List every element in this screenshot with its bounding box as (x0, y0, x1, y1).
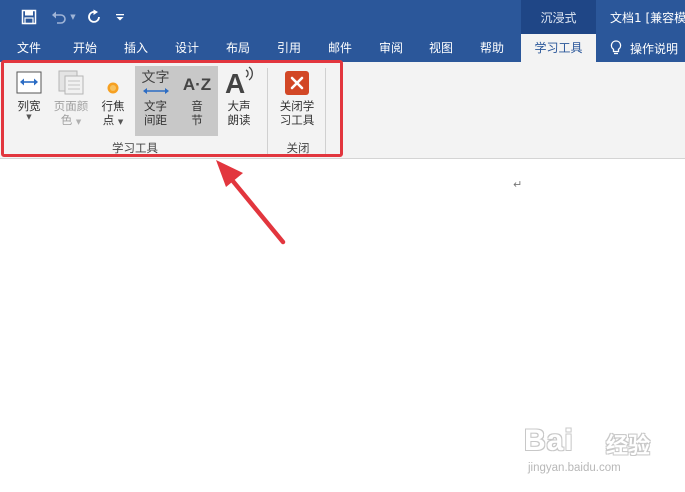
baidu-watermark: Bai 经验 jingyan.baidu.com (524, 424, 674, 484)
watermark-logo-text: Bai (524, 424, 574, 457)
watermark-cn-text: 经验 (606, 434, 651, 459)
watermark-url: jingyan.baidu.com (528, 462, 621, 474)
annotation-arrow (216, 160, 286, 245)
paragraph-mark: ↵ (513, 178, 523, 191)
